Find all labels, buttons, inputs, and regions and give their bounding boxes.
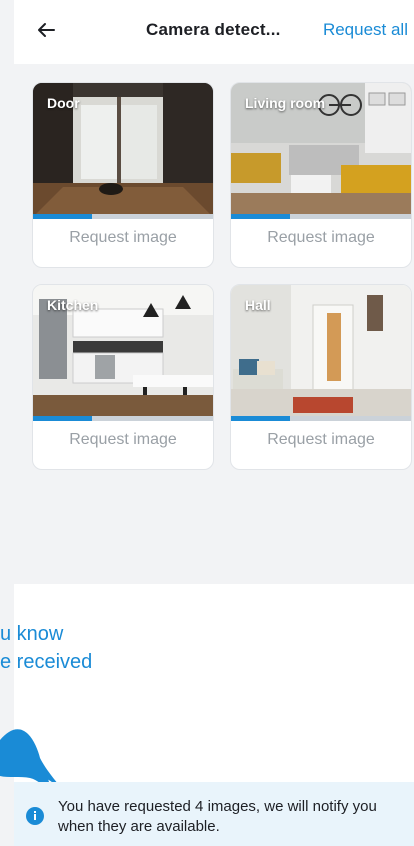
camera-thumbnail: Hall: [231, 285, 411, 419]
camera-name: Kitchen: [47, 297, 99, 313]
camera-card-door[interactable]: Door Request image: [32, 82, 214, 268]
hint-line-1: u know: [0, 623, 64, 645]
camera-card-hall[interactable]: Hall Request image: [230, 284, 412, 470]
camera-thumbnail: Door: [33, 83, 213, 217]
camera-card-living-room[interactable]: Living room Request image: [230, 82, 412, 268]
request-all-button[interactable]: Request all: [323, 20, 408, 40]
progress-track: [231, 214, 411, 219]
camera-name: Hall: [245, 297, 271, 313]
onboarding-hint: u know e received: [0, 620, 140, 676]
page-title: Camera detect...: [146, 20, 281, 39]
notification-banner: You have requested 4 images, we will not…: [14, 782, 414, 846]
app-header: Camera detect... Request all: [14, 0, 414, 64]
camera-thumbnail: Kitchen: [33, 285, 213, 419]
request-image-button[interactable]: Request image: [231, 431, 411, 449]
progress-track: [33, 416, 213, 421]
request-image-button[interactable]: Request image: [231, 229, 411, 247]
back-button[interactable]: [34, 18, 58, 42]
camera-thumbnail: Living room: [231, 83, 411, 217]
progress-track: [33, 214, 213, 219]
camera-name: Door: [47, 95, 80, 111]
request-image-button[interactable]: Request image: [33, 431, 213, 449]
camera-card-kitchen[interactable]: Kitchen Request image: [32, 284, 214, 470]
progress-fill: [33, 416, 93, 421]
camera-grid: Door Request image Living room Request i…: [14, 64, 414, 584]
progress-fill: [33, 214, 93, 219]
progress-fill: [231, 416, 291, 421]
info-icon: [26, 807, 44, 825]
camera-name: Living room: [245, 95, 326, 111]
request-image-button[interactable]: Request image: [33, 229, 213, 247]
progress-fill: [231, 214, 291, 219]
arrow-left-icon: [38, 23, 55, 37]
notification-text: You have requested 4 images, we will not…: [58, 798, 377, 835]
progress-track: [231, 416, 411, 421]
hint-line-2: e received: [0, 651, 93, 673]
